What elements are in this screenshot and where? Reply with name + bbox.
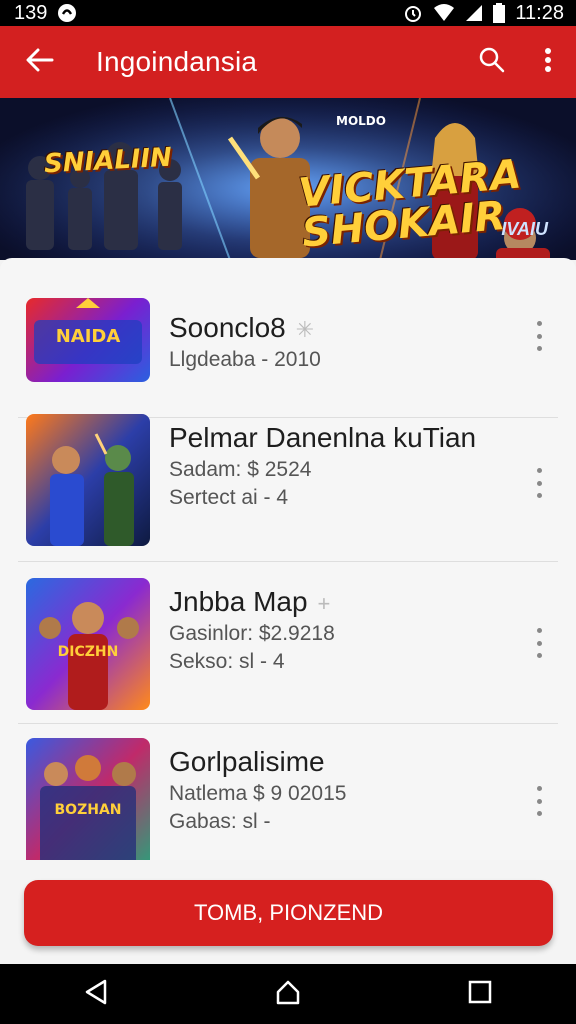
status-time-right: 11:28 [515,1,564,24]
loading-mark-icon: ✳ [295,317,315,342]
search-button[interactable] [464,26,520,98]
more-vert-icon[interactable] [532,321,546,351]
featured-banner[interactable]: SNIALIIN MOLDO VICKTARA SHOKAIR IVAIU [0,98,576,260]
game-thumbnail: NAIDA [26,298,150,382]
item-price: Gasinlor: $2.9218 [169,622,335,645]
game-thumbnail [26,414,150,546]
item-detail: Sertect ai - 4 [169,486,289,509]
banner-badge: MOLDO [336,114,386,128]
nav-home-button[interactable] [258,964,318,1024]
nav-back-button[interactable] [66,964,126,1024]
list-item[interactable]: Pelmar Danenlna kuTian Sadam: $ 2524 Ser… [18,400,558,562]
search-icon [478,46,506,79]
game-thumbnail: DICZHN [26,578,150,710]
list-item[interactable]: NAIDA Soonclo8 ✳ Llgdeaba - 2010 [18,258,558,418]
primary-action-button[interactable]: TOMB, PIONZEND [24,880,553,946]
bottom-action-area: TOMB, PIONZEND [0,860,576,964]
more-vert-icon[interactable] [532,468,546,498]
item-title: Soonclo8 ✳ [169,312,315,343]
thumb-caption: DICZHN [58,644,119,660]
item-title: Jnbba Map + [169,586,331,617]
back-button[interactable] [0,26,80,98]
banner-title-main: VICKTARA SHOKAIR [297,151,526,256]
list-item[interactable]: BOZHAN Gorlpalisime Natlema $ 9 02015 Ga… [18,724,558,860]
item-price: Natlema $ 9 02015 [169,782,347,805]
thumb-caption: BOZHAN [55,802,122,818]
nav-recents-button[interactable] [450,964,510,1024]
alarm-icon [403,3,423,23]
battery-icon [493,3,506,23]
item-detail: Sekso: sl - 4 [169,650,285,673]
more-vert-icon [544,47,552,78]
thumb-caption: NAIDA [56,326,121,347]
item-title: Gorlpalisime [169,746,325,777]
game-list: NAIDA Soonclo8 ✳ Llgdeaba - 2010 Pelmar D… [0,258,576,860]
item-subtitle: Llgdeaba - 2010 [169,348,321,371]
item-title: Pelmar Danenlna kuTian [169,422,477,453]
app-title: Ingoindansia [96,46,258,77]
more-options-button[interactable] [520,26,576,98]
plus-icon: + [317,591,331,616]
notification-icon [57,3,77,23]
system-nav-bar [0,964,576,1024]
banner-tag: IVAIU [501,219,548,239]
wifi-icon [433,4,455,22]
item-detail: Gabas: sl - [169,810,271,833]
recents-square-icon [467,979,493,1010]
home-icon [274,978,302,1011]
list-item[interactable]: DICZHN Jnbba Map + Gasinlor: $2.9218 Seks… [18,562,558,724]
status-time-left: 139 [14,1,48,24]
game-thumbnail: BOZHAN [26,738,150,860]
back-arrow-icon [26,48,54,77]
item-price: Sadam: $ 2524 [169,458,312,481]
back-triangle-icon [83,978,109,1011]
app-bar: Ingoindansia [0,26,576,98]
more-vert-icon[interactable] [532,628,546,658]
signal-icon [465,4,483,22]
status-bar: 139 11:28 [0,0,576,26]
more-vert-icon[interactable] [532,786,546,816]
